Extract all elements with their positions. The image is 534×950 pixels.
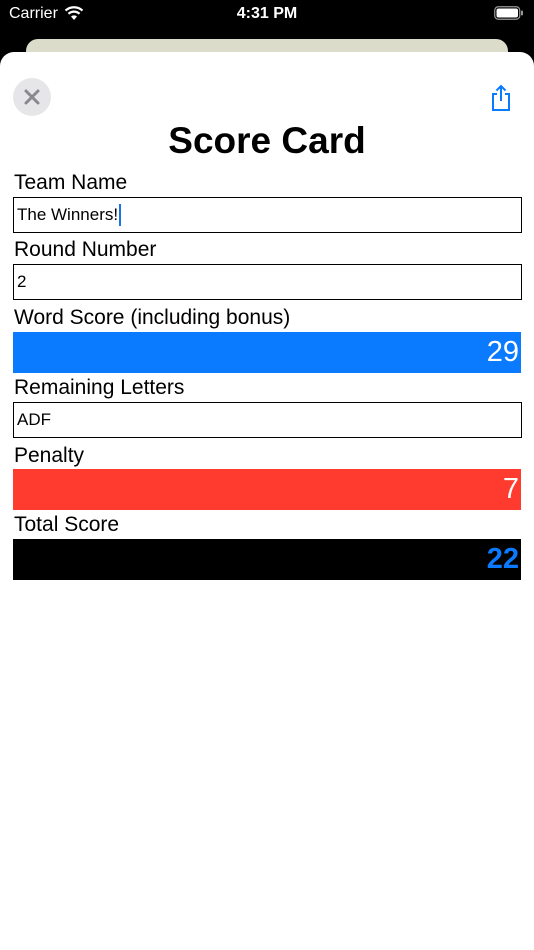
remaining-letters-value: ADF [17, 410, 51, 429]
team-name-label: Team Name [14, 171, 128, 194]
penalty-label: Penalty [14, 444, 85, 467]
penalty-display: 7 [13, 469, 521, 510]
total-score-value: 22 [486, 543, 519, 575]
close-icon [24, 89, 40, 105]
total-score-label: Total Score [14, 513, 120, 536]
status-bar: Carrier 4:31 PM [0, 0, 534, 30]
team-name-value: The Winners! [17, 205, 119, 224]
battery-icon [494, 6, 523, 20]
word-score-display: 29 [13, 332, 521, 373]
page-title: Score Card [168, 120, 366, 161]
remaining-letters-label: Remaining Letters [14, 376, 185, 399]
word-score-label: Word Score (including bonus) [14, 306, 291, 329]
close-button[interactable] [13, 78, 51, 116]
score-card-sheet: Score Card Team Name The Winners! Round … [0, 52, 534, 950]
team-name-input[interactable]: The Winners! [13, 197, 522, 233]
round-number-input[interactable]: 2 [13, 264, 522, 300]
status-time: 4:31 PM [236, 5, 298, 22]
remaining-letters-input[interactable]: ADF [13, 402, 522, 438]
text-caret [119, 204, 122, 226]
penalty-value: 7 [502, 473, 519, 505]
word-score-value: 29 [486, 336, 519, 368]
round-number-value: 2 [17, 272, 27, 291]
round-number-label: Round Number [14, 238, 157, 261]
total-score-display: 22 [13, 539, 521, 580]
share-button[interactable] [488, 84, 514, 112]
